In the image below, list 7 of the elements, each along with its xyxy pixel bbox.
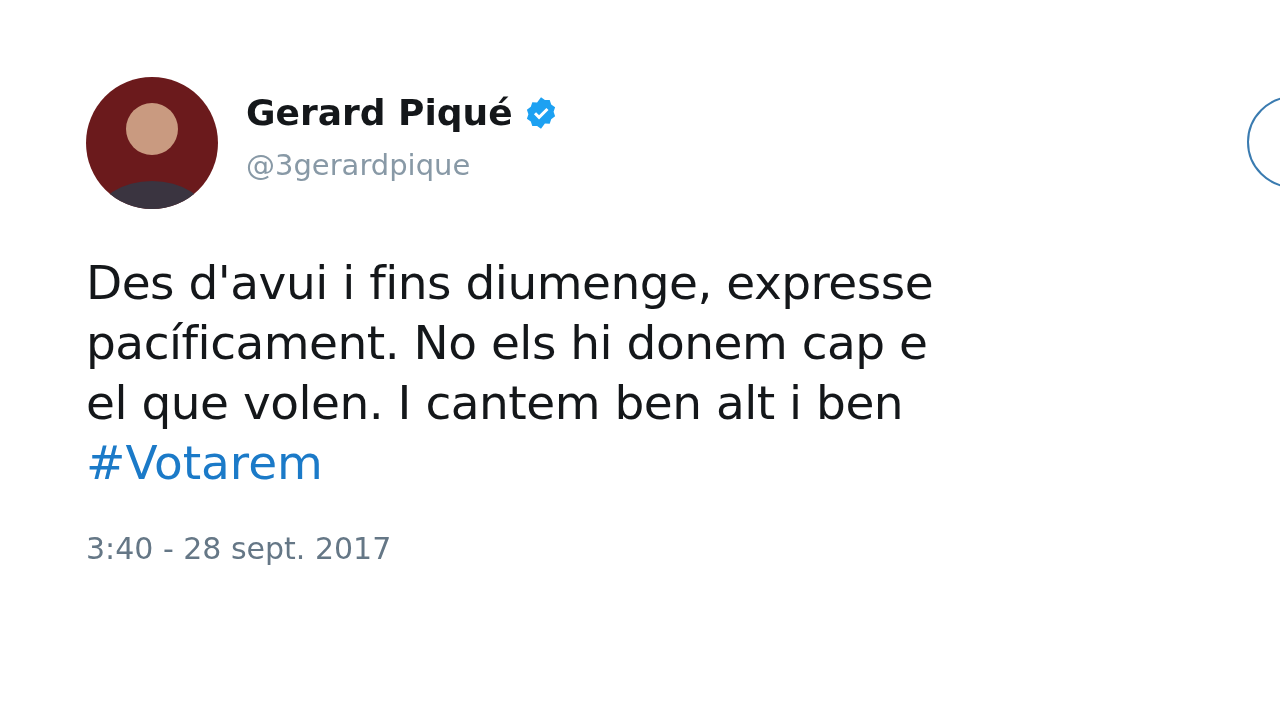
- hashtag-link[interactable]: #Votarem: [86, 435, 323, 490]
- tweet-text-line: Des d'avui i fins diumenge, expresse: [86, 254, 935, 312]
- tweet-text-line: el que volen. I cantem ben alt i ben: [86, 374, 905, 432]
- author-name[interactable]: Gerard Piqué: [246, 89, 513, 137]
- tweet-text-line: pacíficament. No els hi donem cap e: [86, 314, 929, 372]
- tweet-timestamp: 3:40 - 28 sept. 2017: [86, 530, 392, 568]
- author-handle: @3gerardpique: [246, 147, 472, 183]
